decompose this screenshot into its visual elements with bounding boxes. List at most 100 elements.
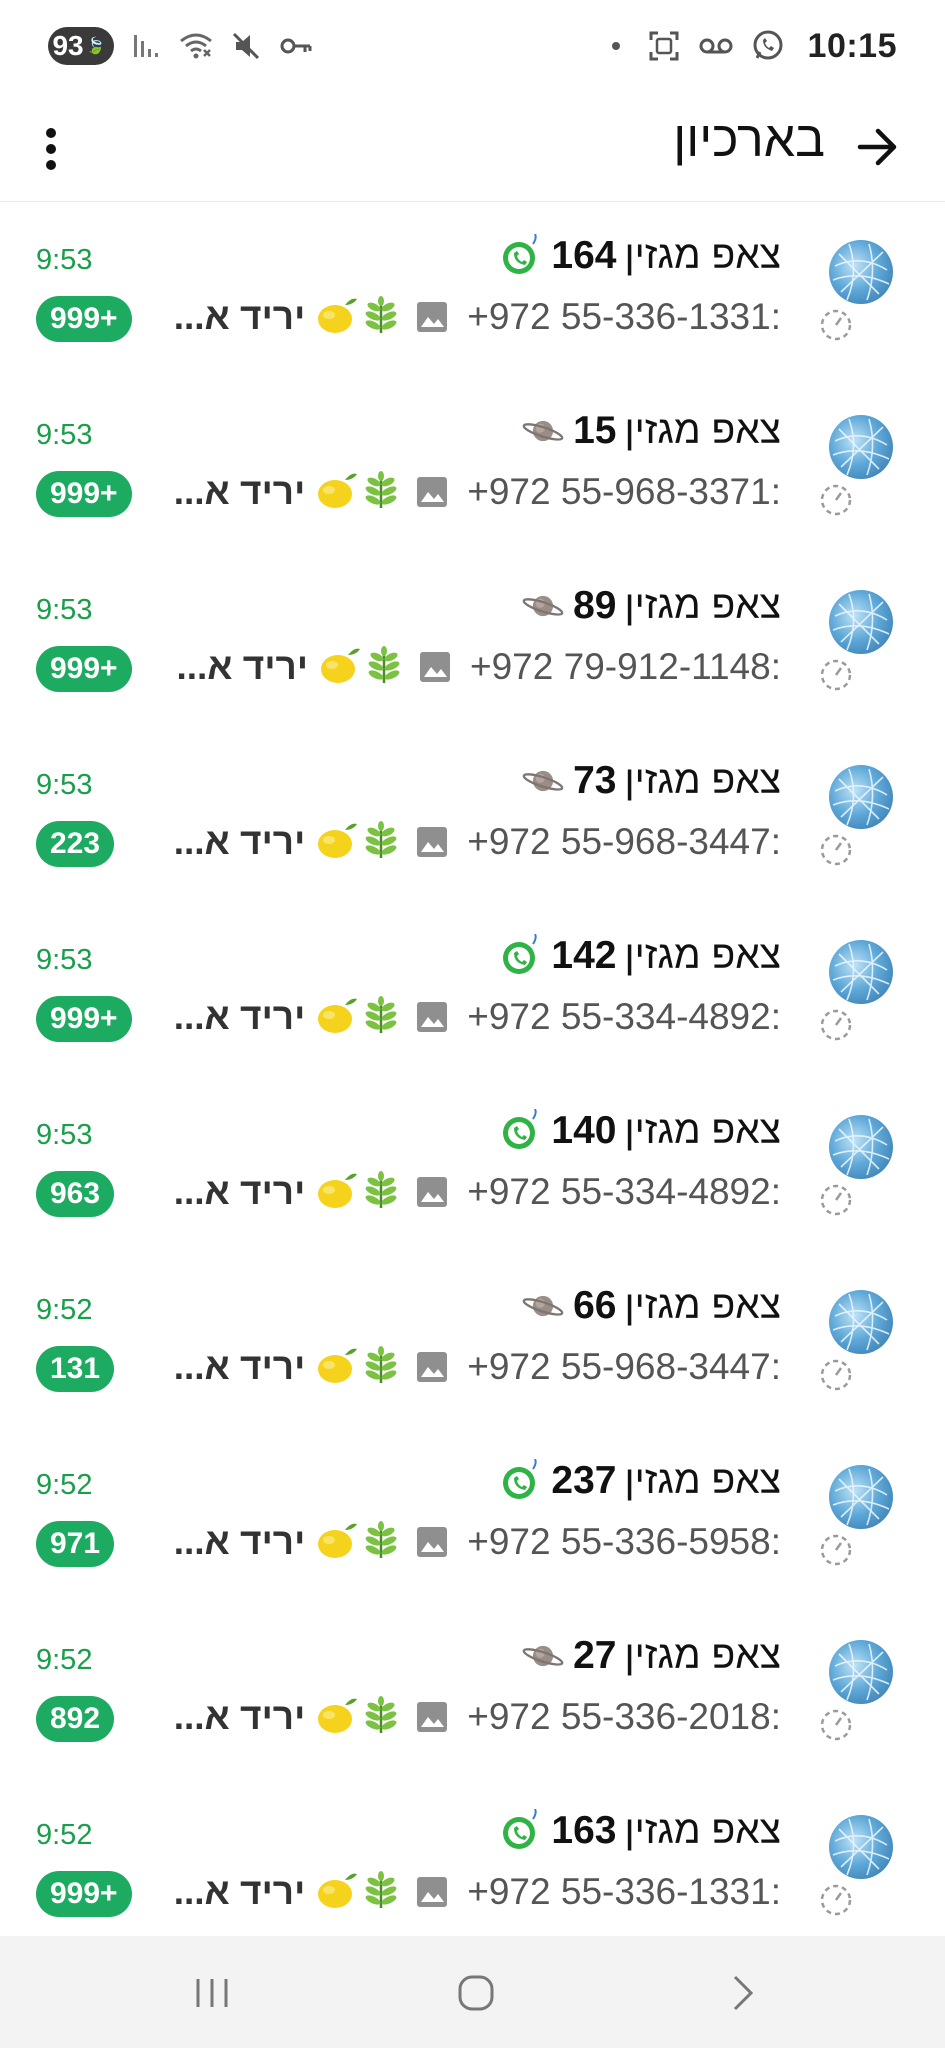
message-preview: +972 55-968-3371: יריד א... xyxy=(174,467,781,517)
avatar[interactable] xyxy=(829,1465,893,1529)
chat-name-number: 73 xyxy=(573,759,617,802)
app-bar: בארכיון xyxy=(0,92,945,202)
avatar[interactable] xyxy=(829,415,893,479)
whatsapp-emoji-icon xyxy=(499,934,543,978)
chat-name-number: 27 xyxy=(573,1634,617,1677)
arrow-right-icon xyxy=(857,128,897,166)
chat-row[interactable]: צאפ מגזין 164 9:53 +972 55-336-1331: ירי… xyxy=(0,204,945,379)
sender-phone: +972 55-336-2018: xyxy=(467,1696,781,1737)
status-ring-icon xyxy=(819,1704,895,1744)
whatsapp-emoji-icon xyxy=(499,1109,543,1153)
avatar[interactable] xyxy=(829,1290,893,1354)
preview-emojis xyxy=(315,295,401,340)
photo-icon xyxy=(415,1000,449,1034)
more-options-button[interactable] xyxy=(26,114,76,184)
photo-icon xyxy=(415,1875,449,1909)
lemon-emoji-icon xyxy=(315,470,359,515)
chat-row[interactable]: צאפ מגזין 27 9:52 +972 55-336-2018: יריד… xyxy=(0,1604,945,1779)
chat-time: 9:53 xyxy=(36,244,93,276)
chat-row[interactable]: צאפ מגזין 89 9:53 +972 79-912-1148: יריד… xyxy=(0,554,945,729)
page-title: בארכיון xyxy=(673,111,825,167)
chat-name-text: צאפ מגזין xyxy=(624,409,781,452)
avatar[interactable] xyxy=(829,940,893,1004)
sender-phone: +972 55-334-4892: xyxy=(467,996,781,1037)
preview-emojis xyxy=(315,1170,401,1215)
chat-row[interactable]: צאפ מגזין 142 9:53 +972 55-334-4892: ירי… xyxy=(0,904,945,1079)
whatsapp-emoji-icon xyxy=(499,1459,543,1503)
lemon-emoji-icon xyxy=(315,1170,359,1215)
voicemail-icon xyxy=(698,28,734,64)
chat-row[interactable]: צאפ מגזין 140 9:53 +972 55-334-4892: ירי… xyxy=(0,1079,945,1254)
chat-row[interactable]: צאפ מגזין 73 9:53 +972 55-968-3447: יריד… xyxy=(0,729,945,904)
herb-emoji-icon xyxy=(361,295,401,340)
status-ring-icon xyxy=(819,1529,895,1569)
lemon-emoji-icon xyxy=(315,1345,359,1390)
message-preview: +972 79-912-1148: יריד א... xyxy=(176,642,781,692)
preview-emojis xyxy=(315,995,401,1040)
message-preview: +972 55-968-3447: יריד א... xyxy=(174,1342,781,1392)
avatar[interactable] xyxy=(829,1115,893,1179)
back-nav-button[interactable] xyxy=(712,1966,772,2020)
home-button[interactable] xyxy=(446,1966,506,2020)
status-ring-icon xyxy=(819,1879,895,1919)
chat-name-number: 142 xyxy=(551,934,617,977)
preview-emojis xyxy=(315,820,401,865)
chat-name: צאפ מגזין 15 xyxy=(521,409,781,453)
message-snippet: יריד א... xyxy=(173,1171,306,1212)
navigation-bar xyxy=(0,1936,945,2048)
herb-emoji-icon xyxy=(361,1345,401,1390)
chat-name-number: 163 xyxy=(551,1809,617,1852)
message-preview: +972 55-336-2018: יריד א... xyxy=(174,1692,781,1742)
message-preview: +972 55-334-4892: יריד א... xyxy=(174,1167,781,1217)
avatar[interactable] xyxy=(829,765,893,829)
home-icon xyxy=(458,1975,494,2011)
unread-badge: 999+ xyxy=(36,1871,132,1917)
chat-name-text: צאפ מגזין xyxy=(624,934,781,977)
preview-emojis xyxy=(315,1520,401,1565)
photo-icon xyxy=(415,1700,449,1734)
message-snippet: יריד א... xyxy=(173,296,306,337)
herb-emoji-icon xyxy=(361,1695,401,1740)
chat-name-text: צאפ מגזין xyxy=(624,584,781,627)
chat-name-number: 15 xyxy=(573,409,617,452)
message-preview: +972 55-336-1331: יריד א... xyxy=(174,292,781,342)
chat-row[interactable]: צאפ מגזין 66 9:52 +972 55-968-3447: יריד… xyxy=(0,1254,945,1429)
back-button[interactable] xyxy=(843,112,913,182)
recents-icon xyxy=(196,1979,228,2007)
unread-badge: 999+ xyxy=(36,296,132,342)
unread-badge: 892 xyxy=(36,1696,115,1742)
saturn-emoji-icon xyxy=(521,409,565,453)
lemon-emoji-icon xyxy=(315,1520,359,1565)
chat-time: 9:53 xyxy=(36,944,93,976)
sender-phone: +972 55-336-1331: xyxy=(467,296,781,337)
status-bar: 93 🍃 10:15 xyxy=(0,0,945,92)
signal-icon xyxy=(128,28,164,64)
avatar[interactable] xyxy=(829,240,893,304)
herb-emoji-icon xyxy=(361,1170,401,1215)
chat-name: צאפ מגזין 164 xyxy=(499,234,781,278)
herb-emoji-icon xyxy=(361,1520,401,1565)
chat-name: צאפ מגזין 140 xyxy=(499,1109,781,1153)
photo-icon xyxy=(415,300,449,334)
preview-emojis xyxy=(315,1870,401,1915)
chat-row[interactable]: צאפ מגזין 237 9:52 +972 55-336-5958: ירי… xyxy=(0,1429,945,1604)
chat-name-number: 164 xyxy=(551,234,617,277)
status-ring-icon xyxy=(819,1004,895,1044)
chat-name-text: צאפ מגזין xyxy=(624,1634,781,1677)
recents-button[interactable] xyxy=(182,1966,242,2020)
avatar[interactable] xyxy=(829,590,893,654)
chevron-right-icon xyxy=(733,1975,754,2011)
avatar[interactable] xyxy=(829,1640,893,1704)
status-ring-icon xyxy=(819,479,895,519)
message-preview: +972 55-334-4892: יריד א... xyxy=(174,992,781,1042)
status-ring-icon xyxy=(819,304,895,344)
preview-emojis xyxy=(315,470,401,515)
herb-emoji-icon xyxy=(361,1870,401,1915)
chat-name: צאפ מגזין 73 xyxy=(521,759,781,803)
chat-row[interactable]: צאפ מגזין 163 9:52 +972 55-336-1331: ירי… xyxy=(0,1779,945,1954)
message-snippet: יריד א... xyxy=(173,1346,306,1387)
whatsapp-emoji-icon xyxy=(499,1809,543,1853)
sender-phone: +972 55-336-1331: xyxy=(467,1871,781,1912)
avatar[interactable] xyxy=(829,1815,893,1879)
chat-row[interactable]: צאפ מגזין 15 9:53 +972 55-968-3371: יריד… xyxy=(0,379,945,554)
